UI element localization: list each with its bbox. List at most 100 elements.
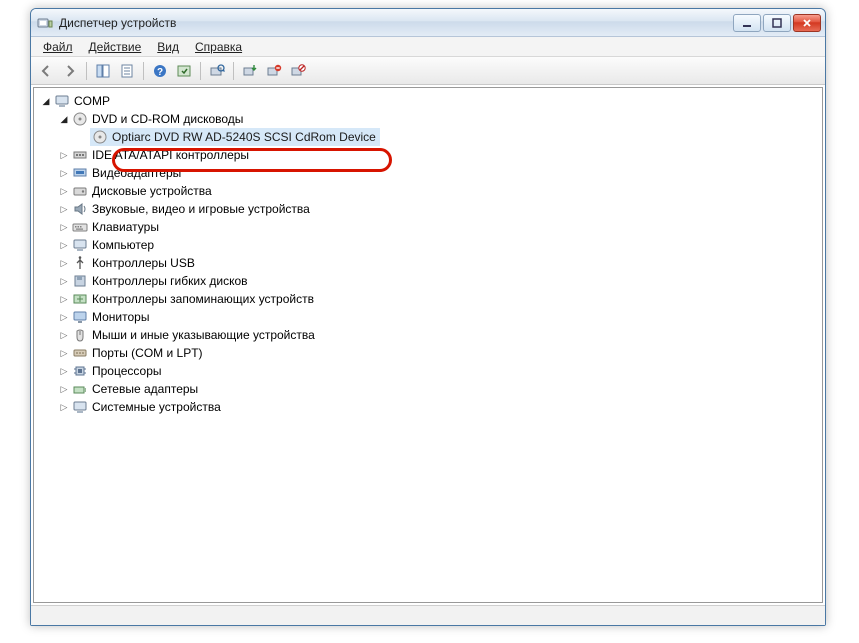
tree-category-mouse[interactable]: ▷ Мыши и иные указывающие устройства <box>58 326 822 344</box>
tree-category-label: Компьютер <box>92 236 154 254</box>
maximize-button[interactable] <box>763 14 791 32</box>
disc-drive-icon <box>72 111 88 127</box>
scan-hardware-button[interactable] <box>206 60 228 82</box>
tree-category-keyboard[interactable]: ▷ Клавиатуры <box>58 218 822 236</box>
expand-collapse-icon[interactable]: ▷ <box>58 401 70 413</box>
expand-collapse-icon[interactable]: ▷ <box>58 167 70 179</box>
menubar: Файл Действие Вид Справка <box>31 37 825 57</box>
tree-category-storage[interactable]: ▷ Контроллеры запоминающих устройств <box>58 290 822 308</box>
tree-category-label: Процессоры <box>92 362 162 380</box>
window-title: Диспетчер устройств <box>59 16 176 30</box>
display-adapter-icon <box>72 165 88 181</box>
close-button[interactable] <box>793 14 821 32</box>
tree-category-label: Контроллеры гибких дисков <box>92 272 248 290</box>
tree-category-computer[interactable]: ▷ Компьютер <box>58 236 822 254</box>
expand-collapse-icon[interactable]: ◢ <box>58 113 70 125</box>
tree-category-label: Сетевые адаптеры <box>92 380 198 398</box>
tree-category-label: IDE ATA/ATAPI контроллеры <box>92 146 249 164</box>
ide-controller-icon <box>72 147 88 163</box>
tree-category-label: Контроллеры USB <box>92 254 195 272</box>
tree-category-usb[interactable]: ▷ Контроллеры USB <box>58 254 822 272</box>
tree-category-label: Порты (COM и LPT) <box>92 344 203 362</box>
help-button[interactable]: ? <box>149 60 171 82</box>
tree-category-network[interactable]: ▷ Сетевые адаптеры <box>58 380 822 398</box>
menu-help[interactable]: Справка <box>187 38 250 56</box>
tree-category-ports[interactable]: ▷ Порты (COM и LPT) <box>58 344 822 362</box>
action-icon-button[interactable] <box>173 60 195 82</box>
svg-text:?: ? <box>157 67 163 78</box>
tree-category-label: Мыши и иные указывающие устройства <box>92 326 315 344</box>
tree-category-video[interactable]: ▷ Видеоадаптеры <box>58 164 822 182</box>
computer-icon <box>72 237 88 253</box>
update-driver-button[interactable] <box>239 60 261 82</box>
tree-device-label: Optiarc DVD RW AD-5240S SCSI CdRom Devic… <box>112 128 376 146</box>
uninstall-button[interactable] <box>263 60 285 82</box>
tree-category-dvd[interactable]: ◢ DVD и CD-ROM дисководы <box>58 110 822 128</box>
expand-collapse-icon[interactable]: ▷ <box>58 221 70 233</box>
network-adapter-icon <box>72 381 88 397</box>
expand-collapse-icon[interactable]: ▷ <box>58 383 70 395</box>
tree-root-label: COMP <box>74 92 110 110</box>
menu-view[interactable]: Вид <box>149 38 187 56</box>
tree-category-label: Контроллеры запоминающих устройств <box>92 290 314 308</box>
expand-collapse-icon[interactable]: ▷ <box>58 329 70 341</box>
toolbar-separator <box>233 62 234 80</box>
expand-collapse-icon[interactable]: ▷ <box>58 203 70 215</box>
disable-button[interactable] <box>287 60 309 82</box>
app-icon <box>37 15 53 31</box>
tree-category-label: Системные устройства <box>92 398 221 416</box>
titlebar: Диспетчер устройств <box>31 9 825 37</box>
tree-category-floppy[interactable]: ▷ Контроллеры гибких дисков <box>58 272 822 290</box>
device-manager-window: Диспетчер устройств Файл Действие Вид Сп… <box>30 8 826 626</box>
back-button[interactable] <box>35 60 57 82</box>
tree-category-label: Клавиатуры <box>92 218 159 236</box>
tree-category-ide[interactable]: ▷ IDE ATA/ATAPI контроллеры <box>58 146 822 164</box>
tree-spacer <box>76 131 88 143</box>
disc-drive-icon <box>92 129 108 145</box>
port-icon <box>72 345 88 361</box>
tree-category-cpu[interactable]: ▷ Процессоры <box>58 362 822 380</box>
menu-action[interactable]: Действие <box>81 38 150 56</box>
tree-category-label: Звуковые, видео и игровые устройства <box>92 200 310 218</box>
storage-controller-icon <box>72 291 88 307</box>
expand-collapse-icon[interactable]: ▷ <box>58 257 70 269</box>
toolbar-separator <box>143 62 144 80</box>
expand-collapse-icon[interactable]: ▷ <box>58 149 70 161</box>
toolbar-separator <box>86 62 87 80</box>
window-controls <box>733 14 823 32</box>
minimize-button[interactable] <box>733 14 761 32</box>
expand-collapse-icon[interactable]: ▷ <box>58 347 70 359</box>
monitor-icon <box>72 309 88 325</box>
computer-icon <box>54 93 70 109</box>
tree-category-label: Дисковые устройства <box>92 182 212 200</box>
device-tree[interactable]: ◢ COMP ◢ DVD и CD-ROM дисководы <box>33 87 823 603</box>
tree-category-system[interactable]: ▷ Системные устройства <box>58 398 822 416</box>
expand-collapse-icon[interactable]: ▷ <box>58 275 70 287</box>
expand-collapse-icon[interactable]: ▷ <box>58 365 70 377</box>
system-device-icon <box>72 399 88 415</box>
expand-collapse-icon[interactable]: ▷ <box>58 293 70 305</box>
menu-file[interactable]: Файл <box>35 38 81 56</box>
tree-category-sound[interactable]: ▷ Звуковые, видео и игровые устройства <box>58 200 822 218</box>
tree-category-label: Видеоадаптеры <box>92 164 181 182</box>
keyboard-icon <box>72 219 88 235</box>
expand-collapse-icon[interactable]: ▷ <box>58 239 70 251</box>
toolbar: ? <box>31 57 825 85</box>
usb-icon <box>72 255 88 271</box>
show-hide-tree-button[interactable] <box>92 60 114 82</box>
disk-drive-icon <box>72 183 88 199</box>
forward-button[interactable] <box>59 60 81 82</box>
tree-device-optiarc[interactable]: Optiarc DVD RW AD-5240S SCSI CdRom Devic… <box>76 128 822 146</box>
expand-collapse-icon[interactable]: ◢ <box>40 95 52 107</box>
tree-category-disk[interactable]: ▷ Дисковые устройства <box>58 182 822 200</box>
tree-category-label: DVD и CD-ROM дисководы <box>92 110 243 128</box>
sound-icon <box>72 201 88 217</box>
processor-icon <box>72 363 88 379</box>
statusbar <box>31 605 825 625</box>
expand-collapse-icon[interactable]: ▷ <box>58 185 70 197</box>
mouse-icon <box>72 327 88 343</box>
tree-category-monitor[interactable]: ▷ Мониторы <box>58 308 822 326</box>
tree-root-node[interactable]: ◢ COMP <box>40 92 822 110</box>
properties-button[interactable] <box>116 60 138 82</box>
expand-collapse-icon[interactable]: ▷ <box>58 311 70 323</box>
